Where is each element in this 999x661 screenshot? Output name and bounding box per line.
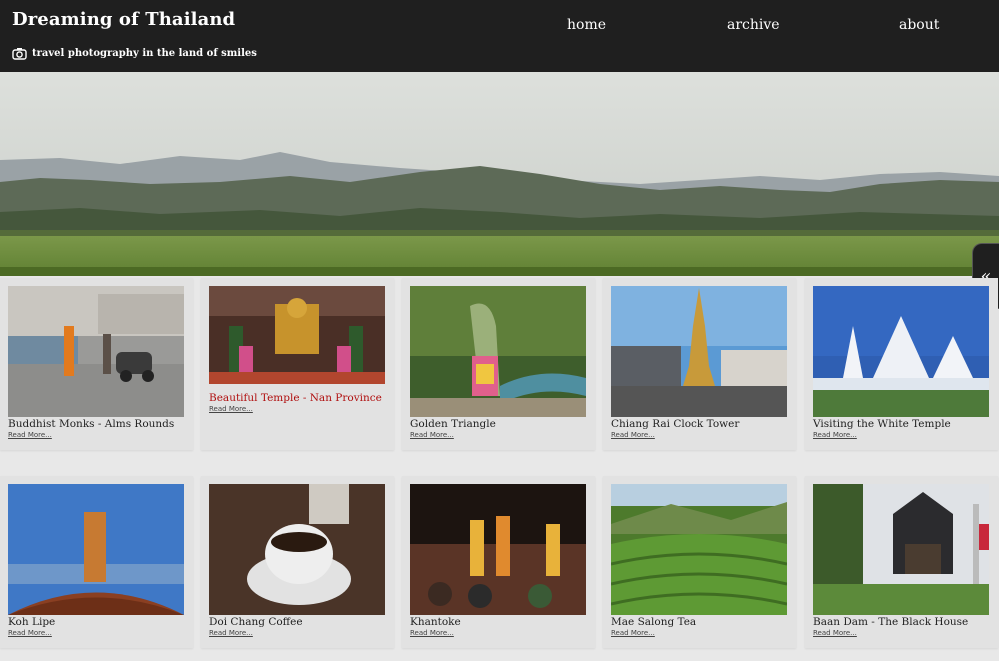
post-card[interactable]: Golden Triangle Read More... <box>402 278 595 450</box>
site-header: Dreaming of Thailand travel photography … <box>0 0 999 72</box>
post-title[interactable]: Mae Salong Tea <box>611 616 696 628</box>
post-card[interactable]: Khantoke Read More... <box>402 476 595 648</box>
nav-about[interactable]: about <box>899 17 939 33</box>
post-card[interactable]: Beautiful Temple - Nan Province Read Mor… <box>201 278 394 450</box>
read-more-link[interactable]: Read More... <box>209 629 253 637</box>
post-thumbnail[interactable] <box>8 484 184 615</box>
post-thumbnail[interactable] <box>209 484 385 615</box>
post-title[interactable]: Koh Lipe <box>8 616 55 628</box>
post-title[interactable]: Buddhist Monks - Alms Rounds <box>8 418 174 430</box>
post-title[interactable]: Khantoke <box>410 616 461 628</box>
post-thumbnail[interactable] <box>813 484 989 615</box>
nav-home[interactable]: home <box>567 17 606 33</box>
read-more-link[interactable]: Read More... <box>813 431 857 439</box>
tagline: travel photography in the land of smiles <box>12 47 257 60</box>
read-more-link[interactable]: Read More... <box>8 431 52 439</box>
post-thumbnail[interactable] <box>209 286 385 384</box>
post-card[interactable]: Chiang Rai Clock Tower Read More... <box>603 278 796 450</box>
post-thumbnail[interactable] <box>410 484 586 615</box>
post-thumbnail[interactable] <box>813 286 989 417</box>
post-title[interactable]: Chiang Rai Clock Tower <box>611 418 739 430</box>
post-card[interactable]: Doi Chang Coffee Read More... <box>201 476 394 648</box>
post-title[interactable]: Doi Chang Coffee <box>209 616 303 628</box>
post-title[interactable]: Golden Triangle <box>410 418 496 430</box>
post-card[interactable]: Koh Lipe Read More... <box>0 476 193 648</box>
post-card[interactable]: Buddhist Monks - Alms Rounds Read More..… <box>0 278 193 450</box>
post-card[interactable]: Mae Salong Tea Read More... <box>603 476 796 648</box>
post-thumbnail[interactable] <box>8 286 184 417</box>
post-title[interactable]: Beautiful Temple - Nan Province <box>209 392 382 404</box>
read-more-link[interactable]: Read More... <box>611 431 655 439</box>
site-title[interactable]: Dreaming of Thailand <box>12 9 235 30</box>
read-more-link[interactable]: Read More... <box>8 629 52 637</box>
post-card[interactable]: Baan Dam - The Black House Read More... <box>805 476 998 648</box>
post-title[interactable]: Visiting the White Temple <box>813 418 951 430</box>
read-more-link[interactable]: Read More... <box>410 629 454 637</box>
post-thumbnail[interactable] <box>611 286 787 417</box>
read-more-link[interactable]: Read More... <box>611 629 655 637</box>
tagline-text: travel photography in the land of smiles <box>32 48 257 59</box>
hero-banner-image <box>0 72 999 276</box>
post-card[interactable]: Visiting the White Temple Read More... <box>805 278 998 450</box>
post-thumbnail[interactable] <box>611 484 787 615</box>
read-more-link[interactable]: Read More... <box>209 405 253 413</box>
post-title[interactable]: Baan Dam - The Black House <box>813 616 968 628</box>
post-thumbnail[interactable] <box>410 286 586 417</box>
nav-archive[interactable]: archive <box>727 17 780 33</box>
read-more-link[interactable]: Read More... <box>813 629 857 637</box>
read-more-link[interactable]: Read More... <box>410 431 454 439</box>
camera-icon <box>12 48 27 60</box>
